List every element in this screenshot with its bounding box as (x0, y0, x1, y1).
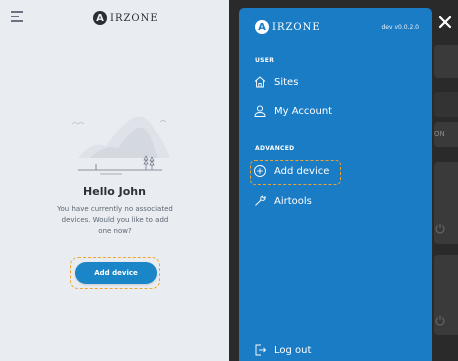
menu-item-logout[interactable]: Log out (253, 343, 311, 357)
logo-mark: A (255, 20, 269, 34)
menu-item-my-account[interactable]: My Account (253, 104, 332, 118)
logo-word: IRZONE (272, 21, 321, 33)
menu-icon[interactable] (11, 11, 23, 22)
menu-item-label: Add device (274, 165, 330, 177)
home-screen: A IRZONE Hello John You have currently n… (0, 0, 229, 361)
mountains-illustration-icon (71, 116, 170, 175)
add-device-button[interactable]: Add device (75, 262, 157, 284)
menu-item-sites[interactable]: Sites (253, 75, 298, 89)
greeting-title: Hello John (83, 185, 146, 198)
no-devices-message: You have currently no associated devices… (57, 205, 173, 235)
section-advanced: ADVANCED (255, 145, 295, 152)
menu-item-add-device[interactable]: Add device (253, 164, 329, 178)
background-card (434, 45, 458, 78)
menu-item-label: Sites (274, 76, 299, 88)
airzone-logo: A IRZONE (255, 20, 321, 34)
logo-word: IRZONE (110, 12, 159, 24)
logout-icon (255, 344, 267, 356)
airzone-logo: A IRZONE (93, 11, 159, 25)
power-icon (435, 223, 445, 234)
navigation-drawer: A IRZONE dev v0.0.2.0 USER Sites My Acco… (239, 8, 432, 361)
version-label: dev v0.0.2.0 (381, 24, 420, 31)
user-icon (254, 105, 266, 117)
wrench-icon (255, 195, 266, 206)
menu-item-airtools[interactable]: Airtools (253, 194, 312, 208)
menu-item-label: My Account (274, 105, 333, 117)
section-user: USER (255, 57, 275, 64)
background-label: ON (434, 130, 445, 138)
home-icon (254, 76, 266, 88)
background-card (434, 92, 458, 117)
close-icon[interactable] (437, 14, 453, 30)
menu-item-label: Log out (274, 344, 312, 356)
power-icon (435, 315, 445, 326)
plus-circle-icon (254, 165, 266, 177)
logo-mark: A (93, 11, 107, 25)
menu-item-label: Airtools (274, 195, 312, 207)
